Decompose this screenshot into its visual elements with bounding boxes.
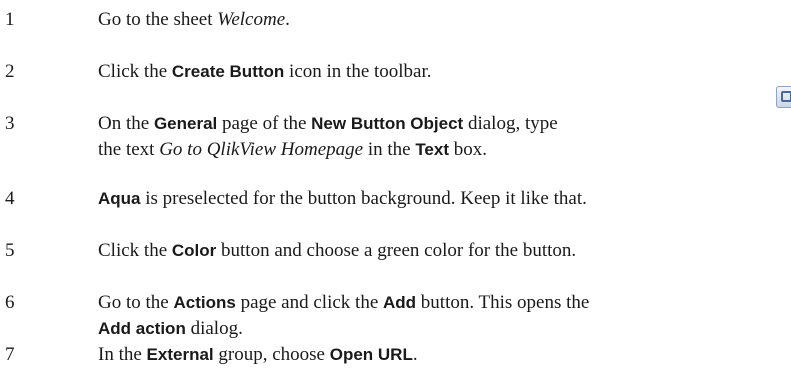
ui-term: Actions [173, 293, 236, 312]
step-line: Add action dialog. [98, 316, 778, 342]
ui-term: External [146, 345, 214, 364]
step-number: 2 [5, 61, 15, 82]
step-text: Aqua is preselected for the button backg… [98, 186, 778, 212]
step-number: 6 [5, 292, 15, 313]
text-run: . [412, 344, 418, 365]
text-run: dialog, type [463, 113, 558, 134]
emphasis-text: Welcome [217, 9, 286, 30]
text-run: Click the [98, 240, 172, 261]
text-run: button and choose a green color for the … [216, 240, 577, 261]
step-line: Go to the Actions page and click the Add… [98, 290, 778, 316]
step-number: 4 [5, 188, 15, 209]
step-line: Go to the sheet Welcome. [98, 7, 778, 33]
ui-term: Text [415, 140, 450, 159]
step-line: On the General page of the New Button Ob… [98, 111, 778, 137]
create-button-icon [776, 86, 791, 108]
ui-term: Color [171, 241, 217, 260]
step-number: 1 [5, 9, 15, 30]
step-number: 7 [5, 344, 15, 365]
text-run: On the [98, 113, 154, 134]
step-line: Click the Create Button icon in the tool… [98, 59, 778, 85]
step-text: Click the Create Button icon in the tool… [98, 59, 778, 85]
ui-term: Create Button [171, 62, 285, 81]
step-text: Go to the Actions page and click the Add… [98, 290, 778, 342]
text-run: page of the [217, 113, 312, 134]
step-text: On the General page of the New Button Ob… [98, 111, 778, 163]
text-run: icon in the toolbar. [284, 61, 432, 82]
text-run: Go to the sheet [98, 9, 218, 30]
text-run: dialog. [185, 318, 243, 339]
ui-term: New Button Object [311, 114, 464, 133]
step-line: Click the Color button and choose a gree… [98, 238, 778, 264]
text-run: box. [449, 139, 488, 160]
text-run: Go to the [98, 292, 174, 313]
text-run: the text [98, 139, 160, 160]
step-text: In the External group, choose Open URL. [98, 342, 778, 368]
step-line: the text Go to QlikView Homepage in the … [98, 137, 778, 163]
text-run: . [285, 9, 290, 30]
step-number: 3 [5, 113, 15, 134]
step-text: Click the Color button and choose a gree… [98, 238, 778, 264]
text-run: group, choose [213, 344, 330, 365]
step-line: In the External group, choose Open URL. [98, 342, 778, 368]
ui-term: Open URL [329, 345, 413, 364]
step-line: Aqua is preselected for the button backg… [98, 186, 778, 212]
text-run: button. This opens the [416, 292, 590, 313]
text-run: Click the [98, 61, 172, 82]
ui-term: Add action [98, 319, 186, 338]
step-text: Go to the sheet Welcome. [98, 7, 778, 33]
ui-term: General [153, 114, 218, 133]
ui-term: Add [383, 293, 417, 312]
ui-term: Aqua [98, 189, 141, 208]
button-glyph [781, 91, 791, 102]
text-run: page and click the [235, 292, 383, 313]
text-run: is preselected for the button background… [140, 188, 587, 209]
text-run: in the [363, 139, 416, 160]
emphasis-text: Go to QlikView Homepage [159, 139, 364, 160]
step-number: 5 [5, 240, 15, 261]
text-run: In the [98, 344, 147, 365]
